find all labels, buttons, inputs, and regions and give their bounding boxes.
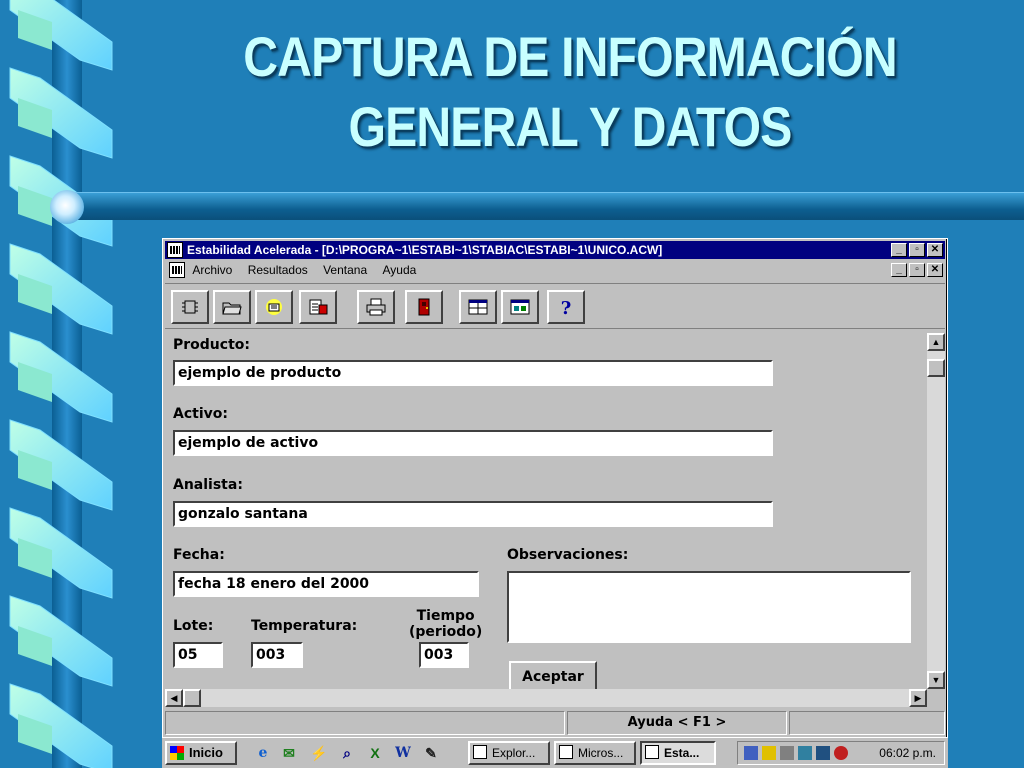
decorative-ribbon <box>9 0 113 768</box>
producto-field[interactable]: ejemplo de producto <box>173 360 773 386</box>
status-panel-1 <box>165 711 565 735</box>
slide-title: CAPTURA DE INFORMACIÓN GENERAL Y DATOS <box>217 22 922 162</box>
fecha-label: Fecha: <box>173 547 225 563</box>
start-button[interactable]: Inicio <box>165 741 237 765</box>
tiempo-label-line1: Tiempo <box>416 608 475 624</box>
app-icon <box>645 745 659 759</box>
window-titlebar[interactable]: Estabilidad Acelerada - [D:\PROGRA~1\EST… <box>165 241 945 259</box>
excel-icon[interactable]: X <box>366 744 384 762</box>
status-panel-3 <box>789 711 945 735</box>
scroll-right-icon[interactable]: ▶ <box>909 689 927 707</box>
system-tray: 06:02 p.m. <box>737 741 945 765</box>
exit-button[interactable] <box>405 290 443 324</box>
lote-field[interactable]: 05 <box>173 642 223 668</box>
clock: 06:02 p.m. <box>879 746 936 760</box>
search-icon[interactable]: ⌕ <box>338 744 356 762</box>
open-folder-icon <box>222 302 242 315</box>
horizontal-bar <box>60 192 1024 220</box>
task-estabilidad[interactable]: Esta... <box>640 741 716 765</box>
activo-label: Activo: <box>173 406 228 422</box>
hscroll-thumb[interactable] <box>183 689 201 707</box>
aceptar-button[interactable]: Aceptar <box>509 661 597 689</box>
activo-field[interactable]: ejemplo de activo <box>173 430 773 456</box>
task-explorer[interactable]: Explor... <box>468 741 550 765</box>
app-window: Estabilidad Acelerada - [D:\PROGRA~1\EST… <box>162 238 948 768</box>
restore-button[interactable]: ▫ <box>909 243 925 257</box>
help-icon: ? <box>561 298 572 317</box>
exit-door-icon <box>418 298 430 316</box>
chart-view-button[interactable] <box>501 290 539 324</box>
help-button[interactable]: ? <box>547 290 585 324</box>
tray-power-icon[interactable] <box>762 746 776 760</box>
outlook-icon[interactable]: ✉ <box>280 744 298 762</box>
new-chip-button[interactable] <box>171 290 209 324</box>
taskbar: Inicio e ✉ ⚡ ⌕ X W ✎ Explor... Micros...… <box>162 737 948 768</box>
bar-knob <box>50 190 84 224</box>
minimize-button[interactable]: _ <box>891 243 907 257</box>
highlight-icon <box>266 299 282 315</box>
status-help: Ayuda < F1 > <box>567 711 787 735</box>
explorer-icon <box>473 745 487 759</box>
svg-text:?: ? <box>561 298 572 317</box>
menu-archivo[interactable]: Archivo <box>192 260 232 280</box>
new-chip-icon <box>182 300 198 314</box>
internet-explorer-icon[interactable]: e <box>254 744 272 762</box>
menu-ventana[interactable]: Ventana <box>323 260 367 280</box>
edit-document-button[interactable] <box>299 290 337 324</box>
tray-scheduler-icon[interactable] <box>744 746 758 760</box>
slide-title-line1: CAPTURA DE INFORMACIÓN <box>243 25 897 88</box>
grid-view-icon <box>468 299 488 315</box>
document-icon[interactable] <box>169 261 185 278</box>
menu-ayuda[interactable]: Ayuda <box>382 260 416 280</box>
analista-field[interactable]: gonzalo santana <box>173 501 773 527</box>
tray-network-icon[interactable] <box>798 746 812 760</box>
notepad-icon[interactable]: ✎ <box>422 744 440 762</box>
doc-minimize-button[interactable]: _ <box>891 263 907 277</box>
app-icon[interactable] <box>167 242 183 258</box>
horizontal-scrollbar[interactable]: ◀ ▶ <box>165 689 927 707</box>
observaciones-field[interactable] <box>507 571 911 643</box>
task-microsoft[interactable]: Micros... <box>554 741 636 765</box>
fecha-field[interactable]: fecha 18 enero del 2000 <box>173 571 479 597</box>
scroll-down-icon[interactable]: ▼ <box>927 671 945 689</box>
status-bar: Ayuda < F1 > <box>165 711 945 735</box>
tiempo-field[interactable]: 003 <box>419 642 469 668</box>
menu-bar: Archivo Resultados Ventana Ayuda _ ▫ ✕ <box>165 260 945 280</box>
temperatura-label: Temperatura: <box>251 618 358 634</box>
toolbar: ? <box>165 283 945 329</box>
window-icon <box>559 745 573 759</box>
scroll-up-icon[interactable]: ▲ <box>927 333 945 351</box>
doc-close-button[interactable]: ✕ <box>927 263 943 277</box>
edit-document-icon <box>309 299 328 315</box>
grid-view-button[interactable] <box>459 290 497 324</box>
scroll-thumb[interactable] <box>927 359 945 377</box>
menu-resultados[interactable]: Resultados <box>248 260 308 280</box>
highlight-button[interactable] <box>255 290 293 324</box>
observaciones-label: Observaciones: <box>507 547 629 563</box>
tray-volume-icon[interactable] <box>780 746 794 760</box>
scroll-left-icon[interactable]: ◀ <box>165 689 183 707</box>
open-button[interactable] <box>213 290 251 324</box>
temperatura-field[interactable]: 003 <box>251 642 303 668</box>
tray-antivirus-icon[interactable] <box>834 746 848 760</box>
close-button[interactable]: ✕ <box>927 243 943 257</box>
doc-restore-button[interactable]: ▫ <box>909 263 925 277</box>
print-icon <box>366 298 386 316</box>
vertical-scrollbar[interactable]: ▲ ▼ <box>927 333 945 689</box>
tray-monitor-icon[interactable] <box>816 746 830 760</box>
producto-label: Producto: <box>173 337 250 353</box>
tiempo-label-line2: (periodo) <box>409 624 483 640</box>
tiempo-label: Tiempo (periodo) <box>409 608 482 640</box>
word-icon[interactable]: W <box>394 744 412 762</box>
window-title: Estabilidad Acelerada - [D:\PROGRA~1\EST… <box>187 243 663 257</box>
analista-label: Analista: <box>173 477 243 493</box>
print-button[interactable] <box>357 290 395 324</box>
form-area: Producto: ejemplo de producto Activo: ej… <box>165 333 927 689</box>
link-icon[interactable]: ⚡ <box>310 744 328 762</box>
slide-title-line2: GENERAL Y DATOS <box>348 95 793 158</box>
lote-label: Lote: <box>173 618 214 634</box>
chart-view-icon <box>510 299 530 315</box>
